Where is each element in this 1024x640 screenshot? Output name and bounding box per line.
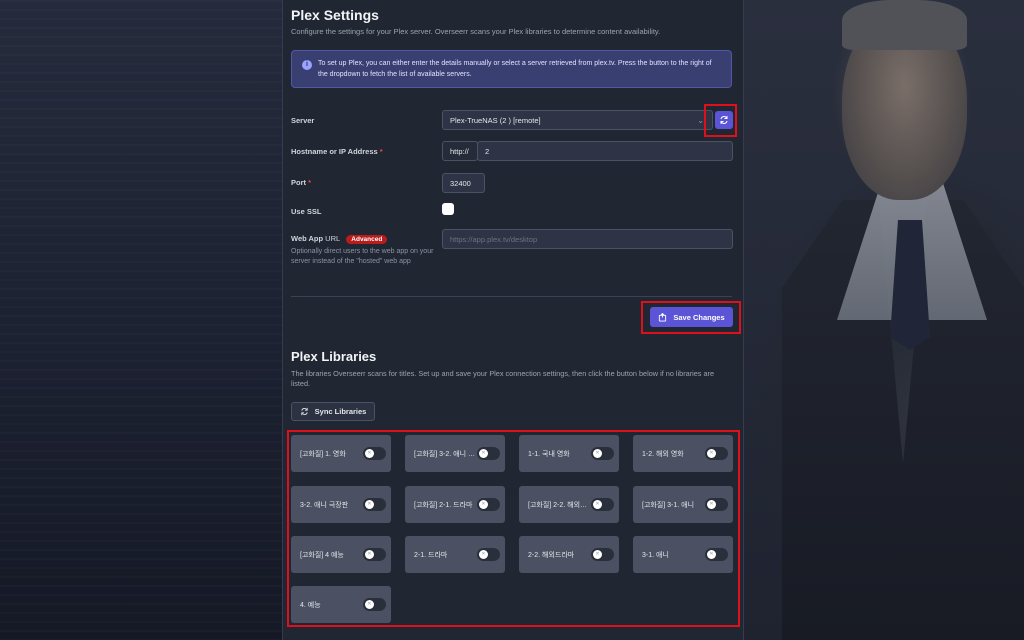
info-alert-text: To set up Plex, you can either enter the…	[318, 60, 712, 78]
library-toggle[interactable]: ✕	[477, 447, 500, 460]
library-card-label: [고화질] 2-1. 드라마	[414, 502, 473, 509]
required-mark: *	[379, 147, 383, 156]
library-card: [고화질] 2-2. 해외드라마✕	[519, 486, 619, 523]
info-icon: i	[302, 60, 312, 70]
sync-libraries-label: Sync Libraries	[314, 407, 367, 416]
library-card-label: [고화질] 1. 영화	[300, 451, 346, 458]
x-icon: ✕	[365, 600, 374, 609]
hostname-input[interactable]: 2	[477, 141, 733, 161]
required-mark: *	[308, 178, 312, 187]
save-changes-button[interactable]: Save Changes	[650, 307, 733, 327]
library-card-label: [고화질] 4 예능	[300, 552, 344, 559]
server-select-value: Plex-TrueNAS (2 ) [remote]	[450, 115, 541, 125]
hostname-protocol: http://	[442, 141, 478, 161]
library-card-label: [고화질] 3-2. 애니 극장판	[414, 451, 476, 458]
hostname-label-text: Hostname or IP Address	[291, 147, 378, 156]
webapp-label-bold: Web App	[291, 234, 324, 243]
library-card-label: 3-2. 애니 극장판	[300, 502, 349, 509]
library-card: [고화질] 3-2. 애니 극장판✕	[405, 435, 505, 472]
background-poster	[742, 0, 1024, 640]
settings-panel-inner: Plex Settings Configure the settings for…	[291, 0, 735, 640]
x-icon: ✕	[479, 500, 488, 509]
sync-libraries-button[interactable]: Sync Libraries	[291, 402, 375, 421]
library-card: 1-1. 국내 영화 ✕	[519, 435, 619, 472]
library-card-label: 1-1. 국내 영화	[528, 451, 570, 458]
library-card-label: 2-2. 해외드라마	[528, 552, 575, 559]
plex-settings-title: Plex Settings	[291, 7, 379, 23]
library-toggle[interactable]: ✕	[705, 548, 728, 561]
webapp-url-hint: Optionally direct users to the web app o…	[291, 248, 434, 265]
port-input-value: 32400	[450, 178, 471, 188]
library-toggle[interactable]: ✕	[363, 447, 386, 460]
save-icon	[659, 312, 667, 322]
chevron-down-icon: ⌄	[697, 116, 704, 125]
x-icon: ✕	[707, 550, 716, 559]
x-icon: ✕	[593, 449, 602, 458]
library-card-label: 1-2. 해외 영화	[642, 451, 684, 458]
hostname-label: Hostname or IP Address *	[291, 147, 383, 156]
refresh-icon	[720, 116, 728, 124]
library-card: [고화질] 2-1. 드라마 ✕	[405, 486, 505, 523]
plex-libraries-description: The libraries Overseerr scans for titles…	[291, 369, 715, 388]
port-input[interactable]: 32400	[442, 173, 485, 193]
x-icon: ✕	[593, 500, 602, 509]
x-icon: ✕	[479, 449, 488, 458]
library-toggle[interactable]: ✕	[363, 598, 386, 611]
library-toggle[interactable]: ✕	[591, 548, 614, 561]
library-card: [고화질] 4 예능 ✕	[291, 536, 391, 573]
library-card-label: 3-1. 애니	[642, 552, 669, 559]
section-divider	[291, 296, 732, 297]
x-icon: ✕	[365, 550, 374, 559]
library-card: [고화질] 3-1. 애니 ✕	[633, 486, 733, 523]
advanced-badge: Advanced	[346, 234, 388, 244]
library-card: 4. 예능 ✕	[291, 586, 391, 623]
hostname-protocol-text: http://	[450, 146, 469, 156]
hostname-input-value: 2	[485, 146, 490, 156]
webapp-url-label: Web App URL Advanced	[291, 234, 388, 244]
plex-libraries-title: Plex Libraries	[291, 349, 377, 364]
refresh-servers-button[interactable]	[715, 111, 733, 129]
x-icon: ✕	[479, 550, 488, 559]
background-left	[0, 0, 282, 640]
port-label-text: Port	[291, 178, 306, 187]
library-toggle[interactable]: ✕	[477, 548, 500, 561]
library-card: 3-1. 애니 ✕	[633, 536, 733, 573]
library-card-label: [고화질] 2-2. 해외드라마	[528, 502, 590, 509]
library-card-label: [고화질] 3-1. 애니	[642, 502, 695, 509]
webapp-url-placeholder: https://app.plex.tv/desktop	[450, 234, 538, 244]
library-card: 2-1. 드라마 ✕	[405, 536, 505, 573]
settings-panel: Plex Settings Configure the settings for…	[282, 0, 744, 640]
x-icon: ✕	[365, 500, 374, 509]
library-toggle[interactable]: ✕	[705, 447, 728, 460]
save-changes-label: Save Changes	[673, 312, 725, 322]
library-card: [고화질] 1. 영화 ✕	[291, 435, 391, 472]
plex-settings-description: Configure the settings for your Plex ser…	[291, 27, 661, 36]
port-label: Port *	[291, 178, 311, 187]
server-label: Server	[291, 116, 315, 125]
library-card-label: 2-1. 드라마	[414, 552, 448, 559]
x-icon: ✕	[593, 550, 602, 559]
library-toggle[interactable]: ✕	[363, 548, 386, 561]
info-alert: i To set up Plex, you can either enter t…	[291, 50, 732, 88]
library-card: 2-2. 해외드라마 ✕	[519, 536, 619, 573]
library-card: 1-2. 해외 영화 ✕	[633, 435, 733, 472]
poster-hair	[842, 0, 967, 50]
library-card-label: 4. 예능	[300, 602, 321, 609]
library-toggle[interactable]: ✕	[363, 498, 386, 511]
use-ssl-checkbox[interactable]	[442, 203, 454, 215]
library-card: 3-2. 애니 극장판 ✕	[291, 486, 391, 523]
x-icon: ✕	[707, 500, 716, 509]
server-select[interactable]: Plex-TrueNAS (2 ) [remote] ⌄	[442, 110, 713, 130]
use-ssl-label: Use SSL	[291, 207, 322, 216]
library-toggle[interactable]: ✕	[705, 498, 728, 511]
library-toggle[interactable]: ✕	[477, 498, 500, 511]
library-toggle[interactable]: ✕	[591, 498, 614, 511]
webapp-label-rest: URL	[323, 234, 341, 243]
library-toggle[interactable]: ✕	[591, 447, 614, 460]
x-icon: ✕	[365, 449, 374, 458]
sync-icon	[300, 407, 308, 416]
webapp-url-input[interactable]: https://app.plex.tv/desktop	[442, 229, 733, 249]
x-icon: ✕	[707, 449, 716, 458]
